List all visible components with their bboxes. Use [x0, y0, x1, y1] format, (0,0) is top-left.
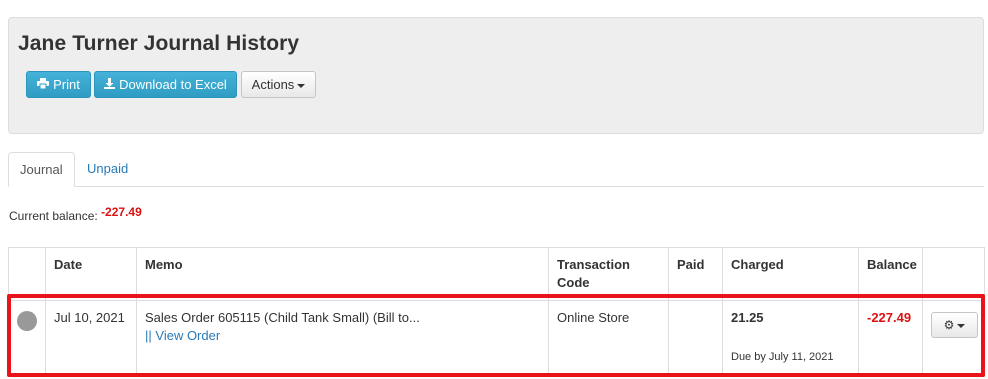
view-order-link[interactable]: View Order [155, 328, 220, 343]
caret-down-icon [957, 323, 966, 328]
download-icon [104, 74, 116, 99]
caret-down-icon [297, 83, 306, 88]
actions-button-label: Actions [251, 77, 295, 92]
journal-table: Date Memo Transaction Code Paid Charged … [8, 247, 985, 377]
column-header-transaction-code: Transaction Code [548, 247, 669, 301]
column-header-actions [922, 247, 985, 301]
row-balance-value: -227.49 [867, 310, 912, 325]
print-button[interactable]: Print [26, 71, 91, 98]
row-actions-gear-button[interactable]: ⚙ [931, 312, 978, 338]
row-paid [668, 300, 723, 377]
row-due-date: Due by July 11, 2021 [731, 351, 834, 363]
actions-dropdown-button[interactable]: Actions [241, 71, 316, 98]
status-dot-icon [17, 311, 37, 331]
column-header-memo: Memo [136, 247, 549, 301]
column-header-balance: Balance [858, 247, 923, 301]
row-balance-cell: -227.49 [858, 300, 923, 377]
current-balance: Current balance: -227.49 [9, 205, 142, 223]
tabs-divider [8, 186, 984, 187]
print-button-label: Print [53, 77, 80, 92]
row-memo-cell: Sales Order 605115 (Child Tank Small) (B… [136, 300, 549, 377]
print-icon [37, 74, 50, 99]
download-excel-button[interactable]: Download to Excel [94, 71, 237, 98]
row-charged-cell: 21.25 Due by July 11, 2021 [722, 300, 859, 377]
column-header-date: Date [45, 247, 137, 301]
download-button-label: Download to Excel [119, 77, 227, 92]
current-balance-label: Current balance: [9, 209, 98, 223]
tab-journal[interactable]: Journal [8, 152, 75, 187]
current-balance-value: -227.49 [101, 205, 142, 219]
table-header-row: Date Memo Transaction Code Paid Charged … [8, 247, 985, 301]
row-actions-cell: ⚙ [922, 300, 985, 377]
memo-separator: || [145, 328, 152, 343]
page-title: Jane Turner Journal History [18, 32, 300, 55]
column-header-status [8, 247, 46, 301]
table-row: Jul 10, 2021 Sales Order 605115 (Child T… [8, 300, 985, 377]
column-header-charged: Charged [722, 247, 859, 301]
row-date: Jul 10, 2021 [45, 300, 137, 377]
row-status-cell [8, 300, 46, 377]
row-transaction-code: Online Store [548, 300, 669, 377]
row-charged-value: 21.25 [731, 310, 764, 325]
row-memo-text: Sales Order 605115 (Child Tank Small) (B… [145, 310, 420, 325]
column-header-paid: Paid [668, 247, 723, 301]
gear-icon: ⚙ [943, 318, 955, 332]
tab-unpaid[interactable]: Unpaid [76, 152, 139, 187]
